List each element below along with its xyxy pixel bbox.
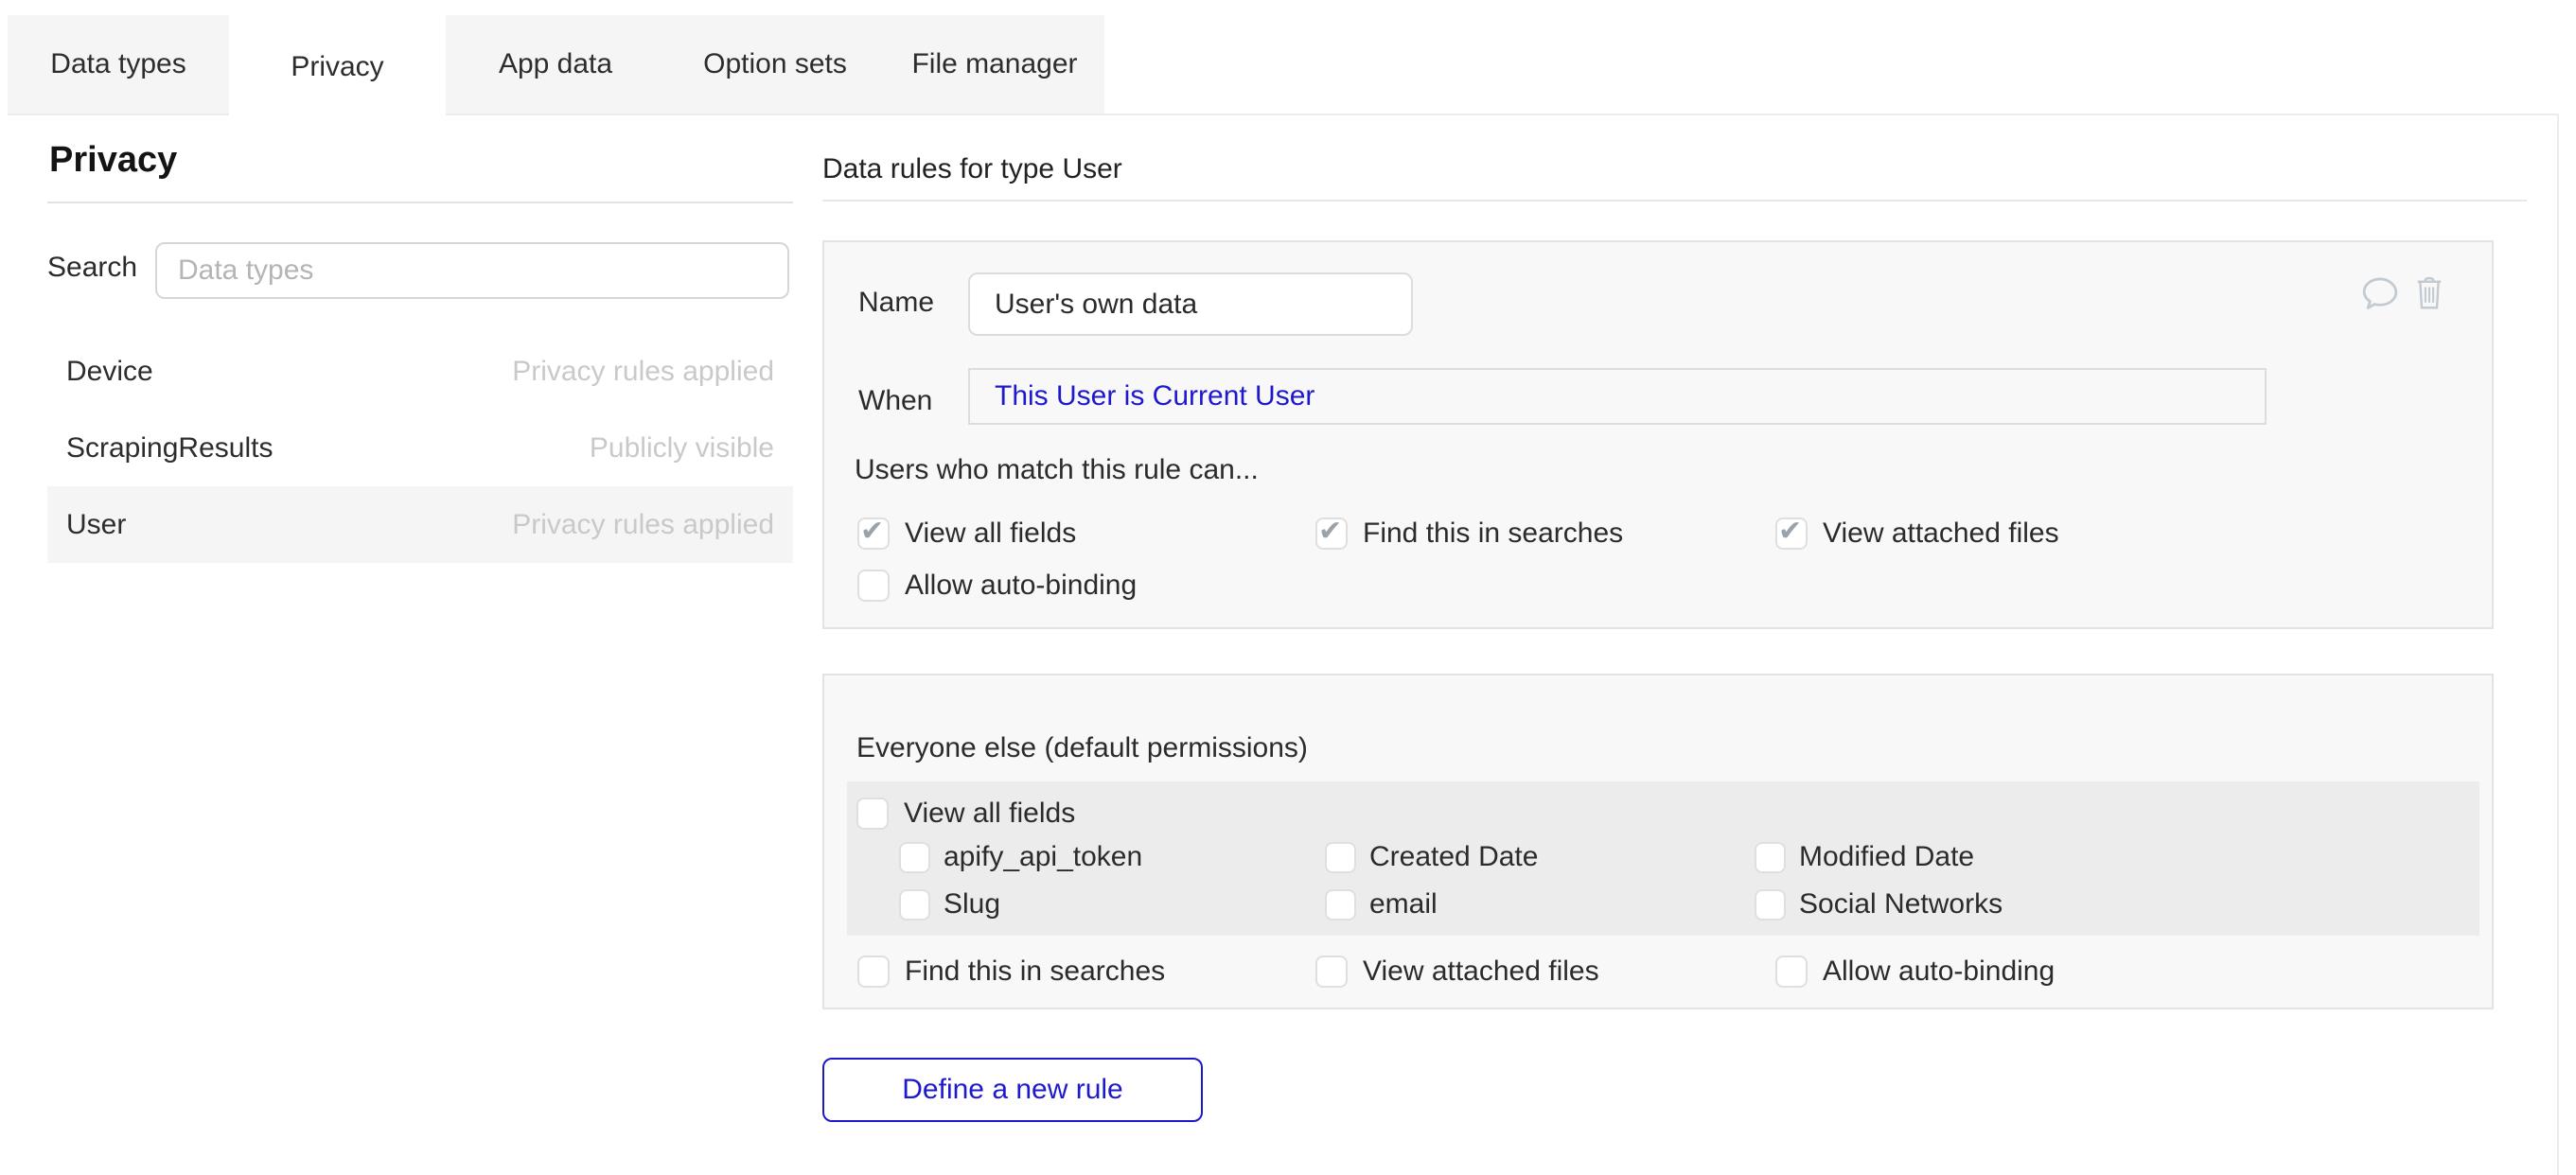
checkbox-label: View attached files bbox=[1823, 517, 2059, 550]
tab-data-types[interactable]: Data types bbox=[8, 15, 229, 114]
sidebar-divider bbox=[47, 202, 793, 203]
data-type-status: Privacy rules applied bbox=[512, 356, 774, 388]
data-type-name: ScrapingResults bbox=[66, 432, 273, 465]
checkbox-unchecked[interactable] bbox=[857, 956, 890, 988]
checkbox-unchecked[interactable] bbox=[1755, 889, 1786, 921]
when-label: When bbox=[858, 385, 932, 417]
checkbox-unchecked[interactable] bbox=[899, 889, 930, 921]
checkbox-label: Created Date bbox=[1369, 841, 1538, 873]
page-title: Data rules for type User bbox=[822, 153, 1122, 185]
tab-bar: Data types Privacy App data Option sets File… bbox=[8, 15, 1104, 119]
content-right-border bbox=[2557, 114, 2559, 1175]
search-input[interactable] bbox=[155, 242, 789, 299]
sidebar-title: Privacy bbox=[49, 140, 177, 181]
checkbox-item-view-attached-files: View attached files bbox=[1315, 956, 1775, 988]
tab-option-sets[interactable]: Option sets bbox=[665, 15, 885, 114]
data-type-name: User bbox=[66, 509, 126, 541]
checkbox-unchecked[interactable] bbox=[1755, 842, 1786, 873]
tab-label: Option sets bbox=[703, 48, 847, 80]
rule-permissions: ✔ View all fields ✔ Find this in searches ✔ V… bbox=[857, 517, 2059, 602]
check-icon: ✔ bbox=[1318, 516, 1342, 548]
checkbox-item-modified-date: Modified Date bbox=[1755, 841, 2003, 873]
permissions-intro: Users who match this rule can... bbox=[855, 454, 1259, 486]
data-type-name: Device bbox=[66, 356, 153, 388]
checkbox-item-find-this-in-searches: ✔ Find this in searches bbox=[1315, 517, 1775, 550]
data-type-row-scrapingresults[interactable]: ScrapingResults Publicly visible bbox=[47, 410, 793, 486]
name-label: Name bbox=[858, 287, 934, 319]
checkbox-item-apify-api-token: apify_api_token bbox=[899, 841, 1325, 873]
checkbox-label: View attached files bbox=[1363, 956, 1599, 988]
checkbox-label: Allow auto-binding bbox=[1823, 956, 2055, 988]
data-type-row-user[interactable]: User Privacy rules applied bbox=[47, 486, 793, 563]
checkbox-checked[interactable]: ✔ bbox=[1775, 517, 1808, 550]
tab-file-manager[interactable]: File manager bbox=[885, 15, 1104, 114]
when-condition-value: This User is Current User bbox=[995, 380, 1314, 412]
checkbox-item-social-networks: Social Networks bbox=[1755, 888, 2003, 921]
checkbox-unchecked[interactable] bbox=[857, 570, 890, 602]
fields-shade: View all fields apify_api_token Created D… bbox=[847, 781, 2479, 936]
rule-name-input[interactable] bbox=[968, 272, 1413, 336]
tab-privacy[interactable]: Privacy bbox=[229, 15, 446, 119]
checkbox-unchecked[interactable] bbox=[1325, 842, 1356, 873]
when-condition[interactable]: This User is Current User bbox=[968, 368, 2267, 425]
tab-app-data[interactable]: App data bbox=[446, 15, 665, 114]
checkbox-label: Slug bbox=[944, 888, 1000, 921]
content-divider bbox=[822, 200, 2527, 202]
checkbox-unchecked[interactable] bbox=[899, 842, 930, 873]
comment-icon[interactable] bbox=[2361, 276, 2399, 310]
data-type-status: Privacy rules applied bbox=[512, 509, 774, 541]
checkbox-item-view-attached-files: ✔ View attached files bbox=[1775, 517, 2059, 550]
check-icon: ✔ bbox=[1778, 516, 1802, 548]
checkbox-label: View all fields bbox=[905, 517, 1076, 550]
default-permissions-title: Everyone else (default permissions) bbox=[856, 732, 1308, 764]
checkbox-item-view-all-fields: View all fields bbox=[856, 798, 1075, 830]
checkbox-item-slug: Slug bbox=[899, 888, 1325, 921]
checkbox-label: View all fields bbox=[904, 798, 1075, 830]
checkbox-unchecked[interactable] bbox=[856, 798, 889, 830]
checkbox-checked[interactable]: ✔ bbox=[1315, 517, 1348, 550]
tab-label: Privacy bbox=[291, 51, 383, 83]
tab-label: Data types bbox=[50, 48, 185, 80]
checkbox-item-email: email bbox=[1325, 888, 1755, 921]
tab-label: File manager bbox=[911, 48, 1077, 80]
trash-icon[interactable] bbox=[2416, 276, 2443, 310]
data-type-list: Device Privacy rules applied ScrapingResul… bbox=[47, 333, 793, 563]
view-all-fields-item: View all fields bbox=[856, 798, 1075, 830]
checkbox-item-allow-auto-binding: Allow auto-binding bbox=[857, 570, 1315, 602]
fields-grid: apify_api_token Created Date Modified Date… bbox=[899, 841, 2003, 921]
checkbox-item-find-this-in-searches: Find this in searches bbox=[857, 956, 1315, 988]
default-permissions-card: Everyone else (default permissions) View… bbox=[822, 674, 2494, 1009]
checkbox-label: Find this in searches bbox=[1363, 517, 1623, 550]
checkbox-label: email bbox=[1369, 888, 1438, 921]
checkbox-checked[interactable]: ✔ bbox=[857, 517, 890, 550]
checkbox-label: Social Networks bbox=[1799, 888, 2003, 921]
data-type-row-device[interactable]: Device Privacy rules applied bbox=[47, 333, 793, 410]
checkbox-label: Allow auto-binding bbox=[905, 570, 1137, 602]
checkbox-label: apify_api_token bbox=[944, 841, 1142, 873]
checkbox-item-allow-auto-binding: Allow auto-binding bbox=[1775, 956, 2055, 988]
search-label: Search bbox=[47, 252, 137, 284]
privacy-settings-page: Data types Privacy App data Option sets File… bbox=[0, 0, 2576, 1175]
rule-card: Name When This User is Current User User… bbox=[822, 240, 2494, 629]
define-new-rule-button[interactable]: Define a new rule bbox=[822, 1058, 1203, 1122]
checkbox-label: Find this in searches bbox=[905, 956, 1165, 988]
checkbox-unchecked[interactable] bbox=[1325, 889, 1356, 921]
tab-label: App data bbox=[499, 48, 612, 80]
checkbox-item-view-all-fields: ✔ View all fields bbox=[857, 517, 1315, 550]
checkbox-unchecked[interactable] bbox=[1775, 956, 1808, 988]
rule-card-actions bbox=[2361, 276, 2443, 310]
data-type-status: Publicly visible bbox=[590, 432, 774, 465]
checkbox-item-created-date: Created Date bbox=[1325, 841, 1755, 873]
checkbox-label: Modified Date bbox=[1799, 841, 1974, 873]
check-icon: ✔ bbox=[860, 516, 884, 548]
default-permissions: Find this in searches View attached files… bbox=[857, 956, 2055, 988]
checkbox-unchecked[interactable] bbox=[1315, 956, 1348, 988]
